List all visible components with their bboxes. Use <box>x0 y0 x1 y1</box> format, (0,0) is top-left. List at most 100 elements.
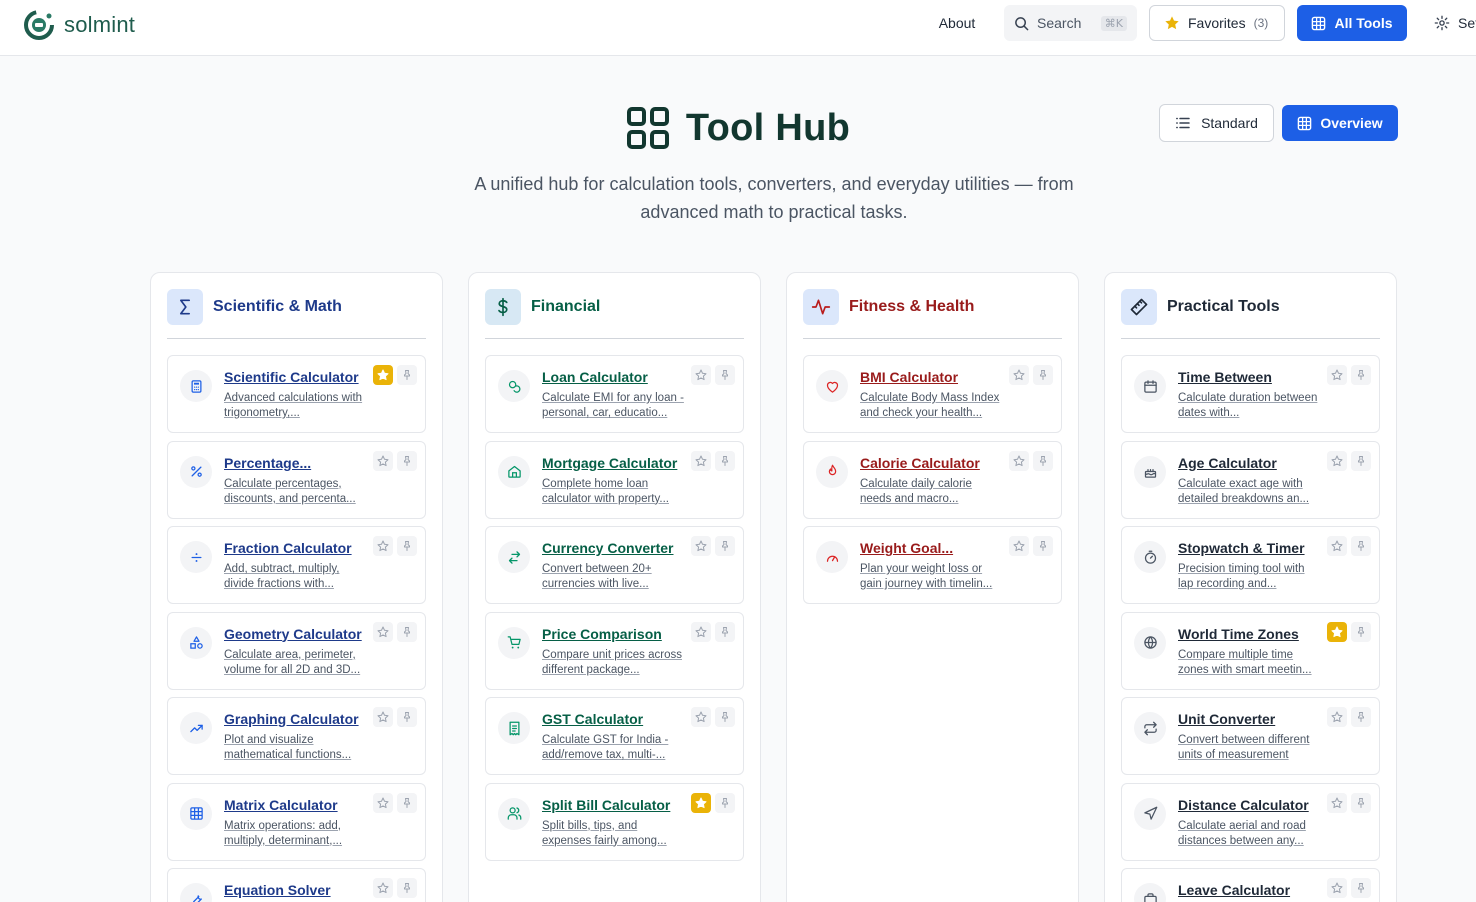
tool-card[interactable]: Scientific Calculator Advanced calculatio… <box>167 355 426 433</box>
favorite-star-button[interactable] <box>373 365 393 385</box>
favorite-star-button[interactable] <box>1327 536 1347 556</box>
tool-card[interactable]: BMI Calculator Calculate Body Mass Index … <box>803 355 1062 433</box>
favorite-star-button[interactable] <box>691 707 711 727</box>
tool-card[interactable]: Unit Converter Convert between different … <box>1121 697 1380 775</box>
view-standard-button[interactable]: Standard <box>1159 104 1274 142</box>
favorite-star-button[interactable] <box>373 450 393 471</box>
pin-button[interactable] <box>1351 536 1371 556</box>
pin-button[interactable] <box>1033 536 1053 556</box>
favorites-button[interactable]: Favorites (3) <box>1149 5 1285 41</box>
pin-button[interactable] <box>1351 621 1371 642</box>
favorite-star-button[interactable] <box>1327 792 1347 813</box>
pin-button[interactable] <box>397 450 417 471</box>
favorite-star-button[interactable] <box>373 707 393 727</box>
pin-button[interactable] <box>1351 707 1371 727</box>
tool-card[interactable]: Percentage... Calculate percentages, disc… <box>167 440 426 519</box>
favorite-star-button[interactable] <box>691 450 711 471</box>
tool-card[interactable]: Weight Goal... Plan your weight loss or g… <box>803 526 1062 604</box>
pin-button[interactable] <box>715 536 735 556</box>
tool-card[interactable]: Equation Solver <box>167 868 426 902</box>
pin-button[interactable] <box>1351 878 1371 898</box>
tool-card[interactable]: Leave Calculator <box>1121 868 1380 902</box>
pin-button[interactable] <box>1033 365 1053 385</box>
tool-card[interactable]: Stopwatch & Timer Precision timing tool w… <box>1121 526 1380 604</box>
tool-card[interactable]: Split Bill Calculator Split bills, tips, … <box>485 782 744 861</box>
favorite-star-button[interactable] <box>691 536 711 556</box>
pin-button[interactable] <box>397 792 417 813</box>
pin-button[interactable] <box>1033 450 1053 471</box>
favorite-star-button[interactable] <box>1327 707 1347 727</box>
favorite-star-button[interactable] <box>373 878 393 898</box>
favorite-star-button[interactable] <box>1327 365 1347 385</box>
tool-title-link[interactable]: Age Calculator <box>1178 455 1277 471</box>
tool-title-link[interactable]: Split Bill Calculator <box>542 797 670 813</box>
search-button[interactable]: Search ⌘K <box>1004 5 1137 41</box>
favorite-star-button[interactable] <box>1327 878 1347 898</box>
tool-title-link[interactable]: Currency Converter <box>542 540 674 556</box>
tool-card[interactable]: Calorie Calculator Calculate daily calori… <box>803 440 1062 519</box>
pin-button[interactable] <box>397 621 417 642</box>
brand-home-link[interactable]: solmint <box>22 8 135 42</box>
tool-card[interactable]: Geometry Calculator Calculate area, perim… <box>167 611 426 690</box>
favorite-star-button[interactable] <box>1327 621 1347 642</box>
tool-title-link[interactable]: Leave Calculator <box>1178 882 1290 898</box>
tool-title-link[interactable]: Percentage... <box>224 455 311 471</box>
tool-card[interactable]: Mortgage Calculator Complete home loan ca… <box>485 440 744 519</box>
tool-title-link[interactable]: Weight Goal... <box>860 540 953 556</box>
pin-button[interactable] <box>715 792 735 813</box>
view-overview-button[interactable]: Overview <box>1282 105 1398 141</box>
favorite-star-button[interactable] <box>1009 450 1029 471</box>
tool-title-link[interactable]: Fraction Calculator <box>224 540 352 556</box>
tool-title-link[interactable]: Geometry Calculator <box>224 626 362 642</box>
favorite-star-button[interactable] <box>691 621 711 642</box>
tool-title-link[interactable]: Matrix Calculator <box>224 797 338 813</box>
tool-card[interactable]: Age Calculator Calculate exact age with d… <box>1121 440 1380 519</box>
tool-title-link[interactable]: World Time Zones <box>1178 626 1299 642</box>
pin-button[interactable] <box>1351 365 1371 385</box>
all-tools-button[interactable]: All Tools <box>1297 5 1407 41</box>
pin-button[interactable] <box>397 365 417 385</box>
pin-button[interactable] <box>715 365 735 385</box>
tool-title-link[interactable]: Calorie Calculator <box>860 455 980 471</box>
tool-title-link[interactable]: Price Comparison <box>542 626 662 642</box>
tool-title-link[interactable]: Loan Calculator <box>542 369 648 385</box>
pin-button[interactable] <box>715 707 735 727</box>
favorite-star-button[interactable] <box>691 365 711 385</box>
pin-button[interactable] <box>1351 792 1371 813</box>
tool-card[interactable]: Graphing Calculator Plot and visualize ma… <box>167 697 426 775</box>
favorite-star-button[interactable] <box>373 536 393 556</box>
tool-title-link[interactable]: Equation Solver <box>224 882 331 898</box>
tool-card[interactable]: Fraction Calculator Add, subtract, multip… <box>167 526 426 604</box>
tool-card[interactable]: Matrix Calculator Matrix operations: add,… <box>167 782 426 861</box>
tool-card[interactable]: Price Comparison Compare unit prices acro… <box>485 611 744 690</box>
tool-title-link[interactable]: GST Calculator <box>542 711 643 727</box>
tool-card[interactable]: World Time Zones Compare multiple time zo… <box>1121 611 1380 690</box>
pin-button[interactable] <box>1351 450 1371 471</box>
tool-title-link[interactable]: Stopwatch & Timer <box>1178 540 1305 556</box>
favorite-star-button[interactable] <box>1327 450 1347 471</box>
pin-button[interactable] <box>715 450 735 471</box>
pin-button[interactable] <box>397 536 417 556</box>
tool-title-link[interactable]: Mortgage Calculator <box>542 455 677 471</box>
favorite-star-button[interactable] <box>691 792 711 813</box>
tool-card[interactable]: Currency Converter Convert between 20+ cu… <box>485 526 744 604</box>
tool-card[interactable]: GST Calculator Calculate GST for India - … <box>485 697 744 775</box>
tool-title-link[interactable]: Graphing Calculator <box>224 711 359 727</box>
settings-button[interactable]: Settings <box>1434 5 1476 41</box>
tool-card[interactable]: Time Between Calculate duration between d… <box>1121 355 1380 433</box>
tool-title-link[interactable]: Scientific Calculator <box>224 369 359 385</box>
pin-button[interactable] <box>715 621 735 642</box>
favorite-star-button[interactable] <box>373 792 393 813</box>
tool-title-link[interactable]: BMI Calculator <box>860 369 958 385</box>
favorite-star-button[interactable] <box>1009 365 1029 385</box>
tool-card[interactable]: Distance Calculator Calculate aerial and … <box>1121 782 1380 861</box>
about-link[interactable]: About <box>922 5 992 41</box>
pin-button[interactable] <box>397 707 417 727</box>
pin-button[interactable] <box>397 878 417 898</box>
tool-title-link[interactable]: Distance Calculator <box>1178 797 1309 813</box>
tool-title-link[interactable]: Time Between <box>1178 369 1272 385</box>
favorite-star-button[interactable] <box>1009 536 1029 556</box>
tool-card[interactable]: Loan Calculator Calculate EMI for any loa… <box>485 355 744 433</box>
favorite-star-button[interactable] <box>373 621 393 642</box>
tool-title-link[interactable]: Unit Converter <box>1178 711 1275 727</box>
